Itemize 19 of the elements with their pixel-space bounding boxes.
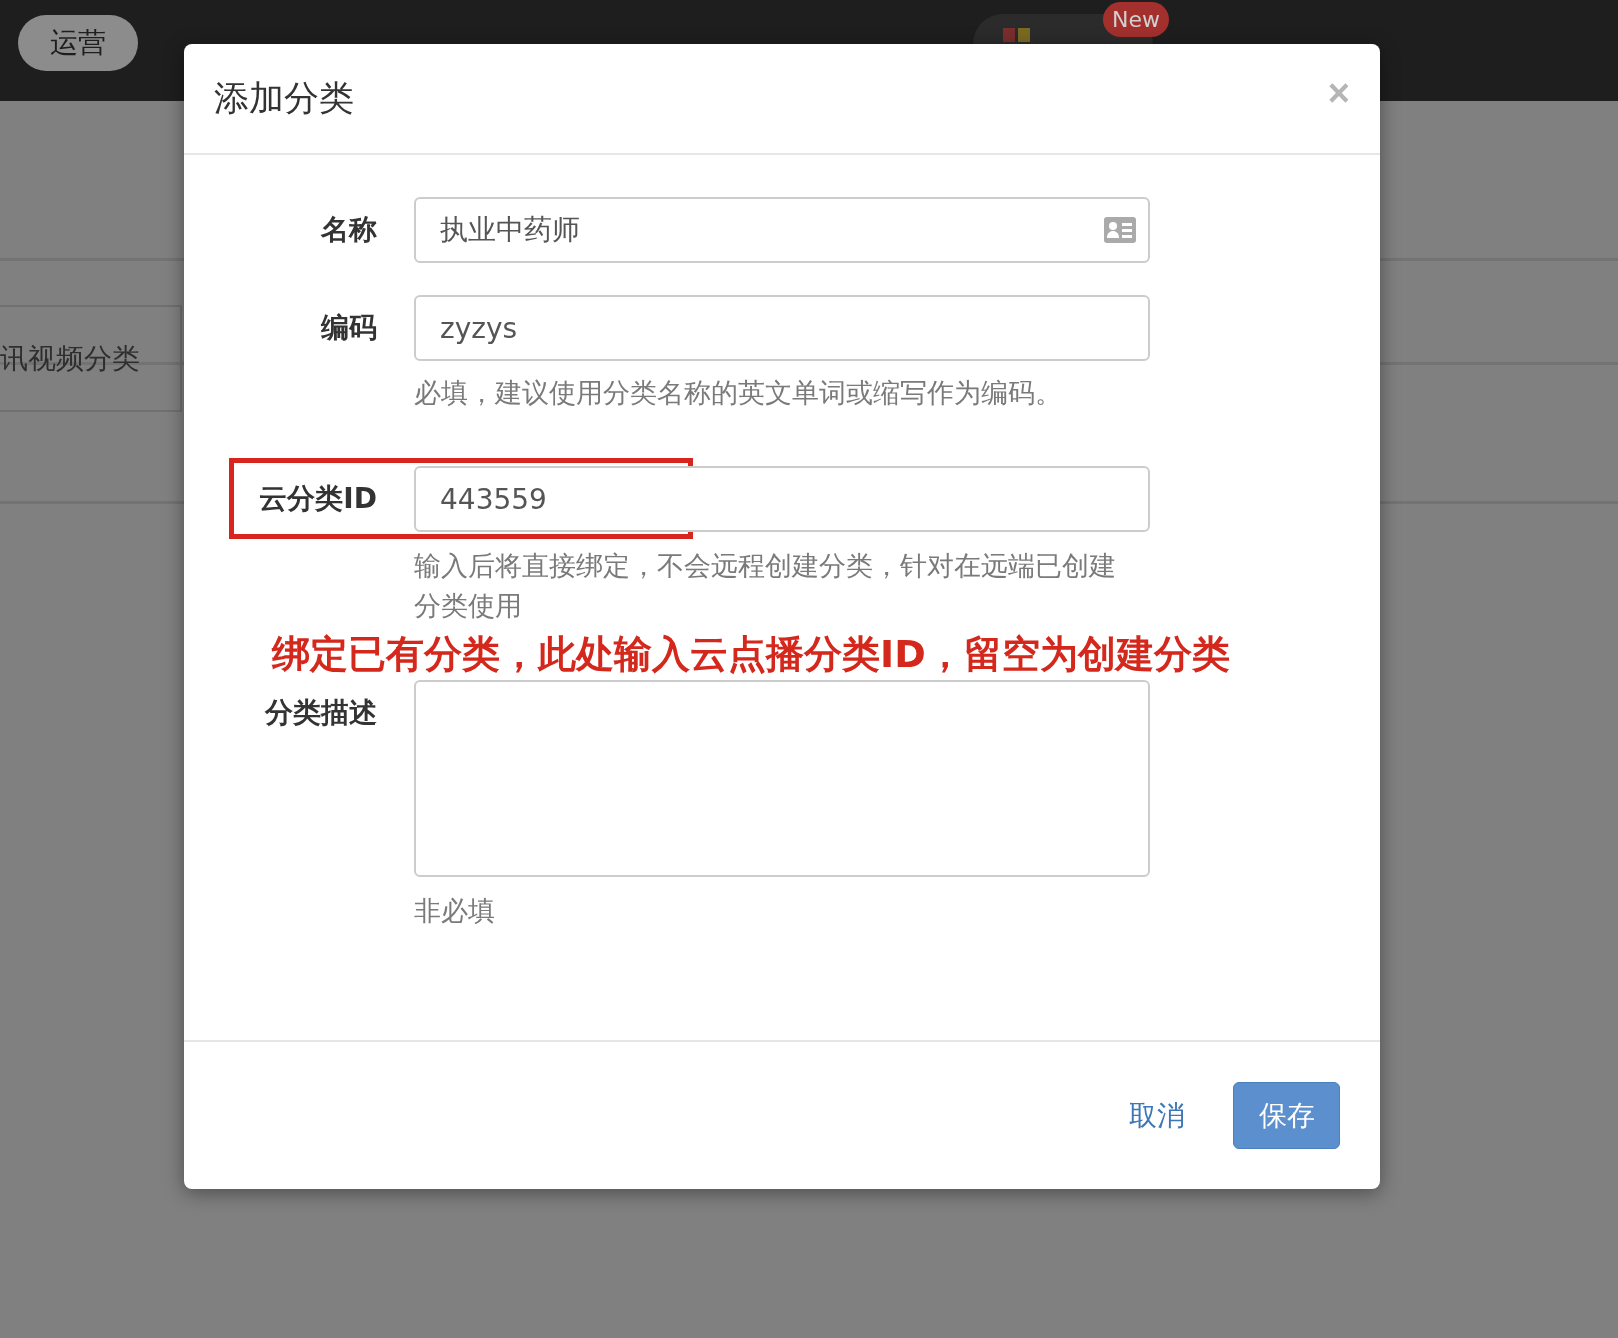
- input-field[interactable]: zyzys: [414, 295, 1150, 361]
- annotation-text: 绑定已有分类，此处输入云点播分类ID，留空为创建分类: [272, 631, 1231, 678]
- description-field[interactable]: [414, 680, 1150, 877]
- field-label: 名称: [320, 212, 377, 248]
- field-label: 云分类ID: [258, 481, 377, 517]
- help-text: 必填，建议使用分类名称的英文单词或缩写作为编码。: [414, 376, 1063, 410]
- cancel-button[interactable]: 取消: [1123, 1095, 1191, 1136]
- grid-icon: [1003, 28, 1031, 44]
- help-text: 输入后将直接绑定，不会远程创建分类，针对在远端已创建分类使用: [414, 549, 1117, 623]
- new-badge: New: [1103, 2, 1169, 37]
- help-text: 非必填: [414, 894, 496, 928]
- dialog-title: 添加分类: [214, 77, 354, 120]
- save-button[interactable]: 保存: [1233, 1082, 1340, 1149]
- field-label: 分类描述: [264, 695, 377, 731]
- field-label: 编码: [320, 310, 377, 346]
- input-field[interactable]: 执业中药师: [414, 197, 1150, 263]
- input-field[interactable]: 443559: [414, 466, 1150, 532]
- nav-tab[interactable]: 运营: [18, 14, 138, 71]
- category-name: 讯视频分类: [0, 340, 140, 377]
